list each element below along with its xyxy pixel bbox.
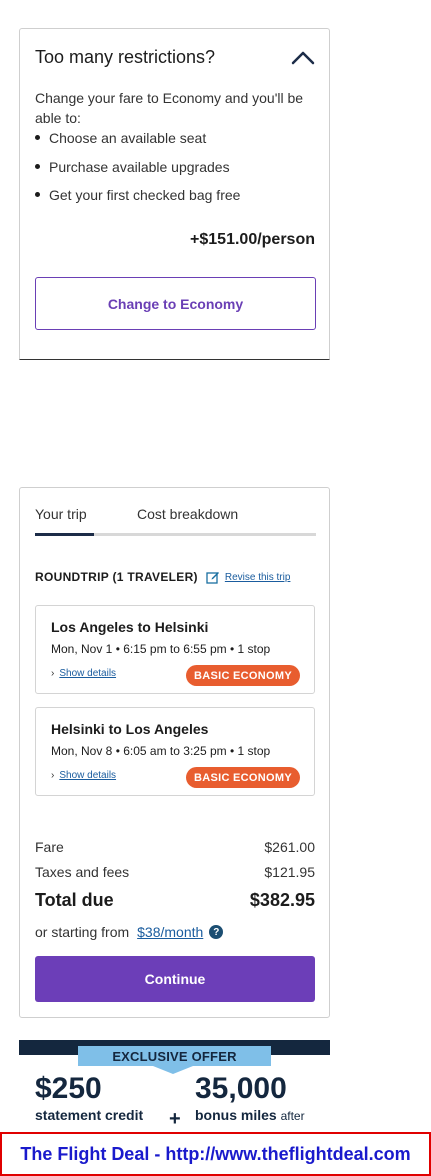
- monthly-prefix: or starting from: [35, 924, 130, 940]
- segment-time: Mon, Nov 1 • 6:15 pm to 6:55 pm • 1 stop: [51, 642, 271, 656]
- watermark-text: The Flight Deal - http://www.theflightde…: [20, 1143, 411, 1164]
- benefit-item: Purchase available upgrades: [35, 157, 240, 186]
- monthly-amount-link[interactable]: $38/month: [137, 924, 203, 940]
- total-label: Total due: [35, 890, 114, 910]
- roundtrip-label: ROUNDTRIP (1 TRAVELER): [35, 570, 198, 584]
- upgrade-price: +$151.00/person: [190, 231, 315, 248]
- monthly-payment: or starting from $38/month ?: [35, 924, 224, 940]
- benefit-item: Choose an available seat: [35, 128, 240, 157]
- trip-summary-card: Your trip Cost breakdown ROUNDTRIP (1 TR…: [19, 487, 330, 1018]
- taxes-row: Taxes and fees $121.95: [35, 864, 315, 880]
- continue-button[interactable]: Continue: [35, 956, 315, 1002]
- offer-credit-amount: $250: [35, 1072, 102, 1105]
- offer-ribbon: EXCLUSIVE OFFER: [78, 1046, 271, 1066]
- show-details-label: Show details: [59, 668, 117, 679]
- taxes-value: $121.95: [264, 864, 315, 880]
- help-icon[interactable]: ?: [209, 925, 224, 939]
- taxes-label: Taxes and fees: [35, 864, 130, 880]
- show-details-link[interactable]: › Show details: [51, 668, 116, 679]
- tab-bar: Your trip Cost breakdown: [35, 506, 316, 536]
- offer-ribbon-arrow: [153, 1066, 193, 1074]
- segment-route: Los Angeles to Helsinki: [51, 619, 209, 635]
- flight-segment: Los Angeles to Helsinki Mon, Nov 1 • 6:1…: [35, 605, 315, 694]
- segment-route: Helsinki to Los Angeles: [51, 721, 209, 737]
- change-to-economy-button[interactable]: Change to Economy: [35, 277, 316, 330]
- benefits-list: Choose an available seat Purchase availa…: [35, 128, 240, 214]
- fare-class-badge: BASIC ECONOMY: [185, 665, 300, 686]
- show-details-label: Show details: [59, 770, 117, 781]
- chevron-right-icon: ›: [51, 668, 55, 679]
- active-tab-indicator: [35, 533, 94, 536]
- fare-value: $261.00: [264, 839, 315, 855]
- offer-miles-after: after: [280, 1109, 305, 1123]
- tab-your-trip[interactable]: Your trip: [35, 506, 87, 522]
- fare-row: Fare $261.00: [35, 839, 315, 855]
- offer-miles-text: bonus miles: [195, 1107, 277, 1123]
- restrictions-card: Too many restrictions? Change your fare …: [19, 28, 330, 360]
- total-value: $382.95: [249, 890, 315, 910]
- chevron-up-icon[interactable]: [291, 51, 315, 65]
- credit-card-offer-banner[interactable]: EXCLUSIVE OFFER $250 statement credit + …: [19, 1040, 330, 1135]
- plus-icon: +: [169, 1108, 181, 1130]
- fare-label: Fare: [35, 839, 64, 855]
- restrictions-description: Change your fare to Economy and you'll b…: [35, 90, 304, 126]
- chevron-right-icon: ›: [51, 770, 55, 781]
- fare-class-badge: BASIC ECONOMY: [185, 767, 300, 788]
- watermark-footer: The Flight Deal - http://www.theflightde…: [0, 1132, 431, 1176]
- flight-segment: Helsinki to Los Angeles Mon, Nov 8 • 6:0…: [35, 707, 315, 796]
- roundtrip-header: ROUNDTRIP (1 TRAVELER) Revise this trip: [35, 568, 316, 586]
- benefit-item: Get your first checked bag free: [35, 185, 240, 214]
- show-details-link[interactable]: › Show details: [51, 770, 116, 781]
- revise-trip-link[interactable]: Revise this trip: [225, 572, 291, 583]
- offer-credit-label: statement credit: [35, 1107, 144, 1123]
- offer-miles-label: bonus miles after: [195, 1107, 305, 1123]
- segment-time: Mon, Nov 8 • 6:05 am to 3:25 pm • 1 stop: [51, 744, 271, 758]
- offer-miles-amount: 35,000: [195, 1072, 287, 1105]
- total-row: Total due $382.95: [35, 890, 315, 911]
- edit-icon[interactable]: [206, 570, 220, 584]
- tab-cost-breakdown[interactable]: Cost breakdown: [137, 506, 238, 522]
- restrictions-title: Too many restrictions?: [35, 47, 216, 67]
